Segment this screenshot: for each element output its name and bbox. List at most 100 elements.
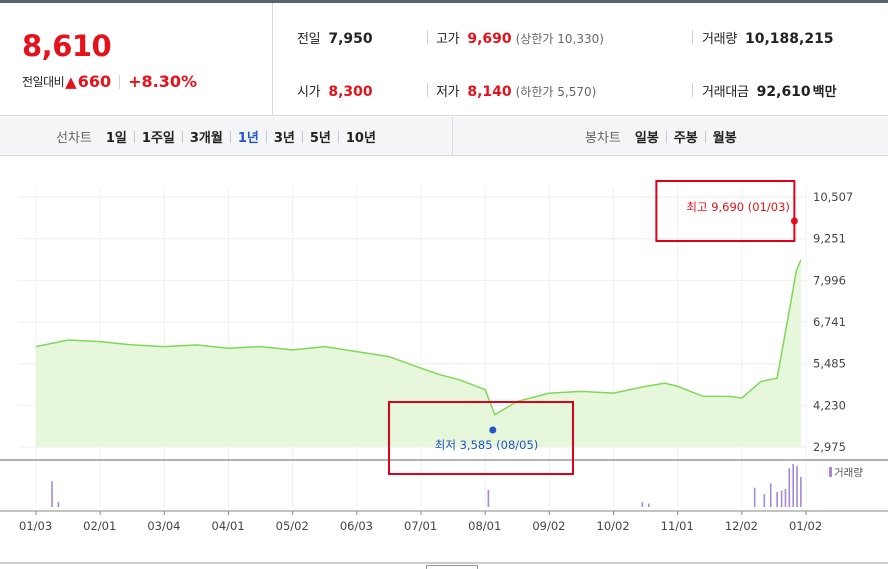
divider [133, 130, 135, 143]
divider [229, 130, 231, 143]
divider [181, 130, 183, 143]
stat-low: 저가 8,140 (하한가 5,570) [436, 81, 596, 100]
x-tick-label: 01/02 [789, 519, 822, 533]
volume-bar [792, 464, 794, 507]
chart-toolbar: 선차트 1일 1주일 3개월 1년 3년 5년 10년 봉차트 일봉 주봉 월봉 [0, 117, 888, 156]
x-tick-label: 06/03 [340, 519, 373, 533]
period-1y-button[interactable]: 1년 [238, 127, 259, 146]
low-annotation-label: 최저 3,585 (08/05) [435, 438, 539, 452]
stat-unit: 백만 [812, 85, 837, 100]
stat-amount: 거래대금 92,610 백만 [702, 81, 837, 100]
y-tick-label: 5,485 [813, 357, 846, 371]
stat-value: 92,610 [756, 84, 811, 100]
x-tick-label: 05/02 [276, 519, 309, 533]
y-tick-label: 10,507 [813, 190, 853, 204]
x-tick-label: 11/01 [661, 519, 694, 533]
price-chart-svg: 10,507 9,251 7,996 6,741 5,485 4,230 2,975 최고 9… [0, 180, 888, 564]
candle-chart-periods: 봉차트 일봉 주봉 월봉 [585, 117, 737, 156]
period-1d-button[interactable]: 1일 [106, 127, 127, 146]
volume-bar [784, 488, 787, 507]
stat-label: 거래대금 [702, 85, 749, 100]
stat-prev-close: 전일 7,950 [297, 28, 373, 47]
y-tick-label: 2,975 [813, 440, 846, 454]
y-tick-label: 6,741 [813, 315, 846, 329]
volume-bar [776, 491, 778, 507]
line-chart-periods: 선차트 1일 1주일 3개월 1년 3년 5년 10년 [56, 117, 376, 156]
current-price: 8,610 [22, 29, 112, 63]
volume-bar [763, 494, 766, 507]
stat-label: 거래량 [702, 32, 737, 47]
price-summary: 8,610 전일대비 ▲ 660 +8.30% 전일 7,950 고가 9,69… [0, 3, 888, 116]
volume-bar [51, 481, 53, 507]
price-area [36, 260, 801, 447]
divider [692, 30, 693, 44]
volume-legend-label: 거래량 [834, 467, 863, 479]
x-tick-label: 04/01 [212, 519, 245, 533]
period-1w-button[interactable]: 1주일 [142, 127, 175, 146]
divider [337, 130, 339, 143]
volume-bar [641, 501, 644, 507]
volume-bar [753, 487, 756, 507]
period-3m-button[interactable]: 3개월 [190, 127, 223, 146]
stat-value: 7,950 [328, 31, 373, 47]
high-annotation-label: 최고 9,690 (01/03) [686, 200, 790, 214]
stat-value: 8,300 [328, 84, 373, 100]
x-tick-label: 03/04 [147, 519, 180, 533]
candle-daily-button[interactable]: 일봉 [635, 127, 659, 146]
line-chart-title: 선차트 [56, 131, 92, 146]
volume-bar [487, 489, 490, 507]
stat-value: 9,690 [467, 31, 512, 47]
y-tick-label: 4,230 [813, 398, 846, 412]
stat-label: 저가 [436, 85, 460, 100]
volume-bar [788, 468, 791, 507]
change-amount: 660 [77, 72, 112, 91]
volume-bar [800, 476, 802, 507]
period-3y-button[interactable]: 3년 [274, 127, 295, 146]
divider [427, 30, 428, 44]
volume-bar [647, 503, 650, 507]
x-tick-label: 10/02 [597, 519, 630, 533]
stat-open: 시가 8,300 [297, 81, 373, 100]
low-point-marker [489, 426, 497, 434]
current-price-box: 8,610 전일대비 ▲ 660 +8.30% [0, 3, 273, 116]
volume-bar [769, 483, 772, 507]
y-tick-label: 9,251 [813, 232, 846, 246]
x-tick-label: 02/01 [83, 519, 116, 533]
candle-chart-title: 봉차트 [585, 131, 621, 146]
stat-label: 시가 [297, 85, 321, 100]
volume-bar [57, 501, 60, 507]
x-tick-label: 07/01 [404, 519, 437, 533]
change-percent: +8.30% [128, 72, 198, 91]
stat-sub: (상한가 10,330) [515, 32, 604, 46]
stat-value: 8,140 [467, 84, 512, 100]
toolbar-divider [452, 117, 453, 156]
candle-monthly-button[interactable]: 월봉 [713, 127, 737, 146]
stat-high: 고가 9,690 (상한가 10,330) [436, 28, 604, 47]
volume-bar [780, 490, 783, 507]
candle-weekly-button[interactable]: 주봉 [674, 127, 698, 146]
period-5y-button[interactable]: 5년 [310, 127, 331, 146]
volume-legend-swatch [829, 467, 832, 477]
volume-bar [796, 466, 798, 507]
stat-volume: 거래량 10,188,215 [702, 28, 834, 47]
stat-label: 전일 [297, 32, 321, 47]
triangle-up-icon: ▲ [65, 72, 77, 91]
x-tick-label: 01/03 [19, 519, 52, 533]
x-tick-label: 08/01 [468, 519, 501, 533]
x-tick-label: 12/02 [725, 519, 758, 533]
stat-sub: (하한가 5,570) [515, 85, 597, 99]
divider [301, 130, 303, 143]
divider [427, 83, 428, 97]
change-row: 전일대비 ▲ 660 +8.30% [22, 72, 197, 91]
stat-value: 10,188,215 [744, 31, 834, 47]
divider [704, 130, 706, 143]
divider [692, 83, 693, 97]
stat-label: 고가 [436, 32, 460, 47]
divider [119, 74, 121, 89]
x-tick-label: 09/02 [532, 519, 565, 533]
period-10y-button[interactable]: 10년 [346, 127, 376, 146]
y-tick-label: 7,996 [813, 273, 846, 287]
divider [265, 130, 267, 143]
scroll-handle[interactable] [426, 565, 478, 569]
change-label: 전일대비 [22, 75, 65, 89]
